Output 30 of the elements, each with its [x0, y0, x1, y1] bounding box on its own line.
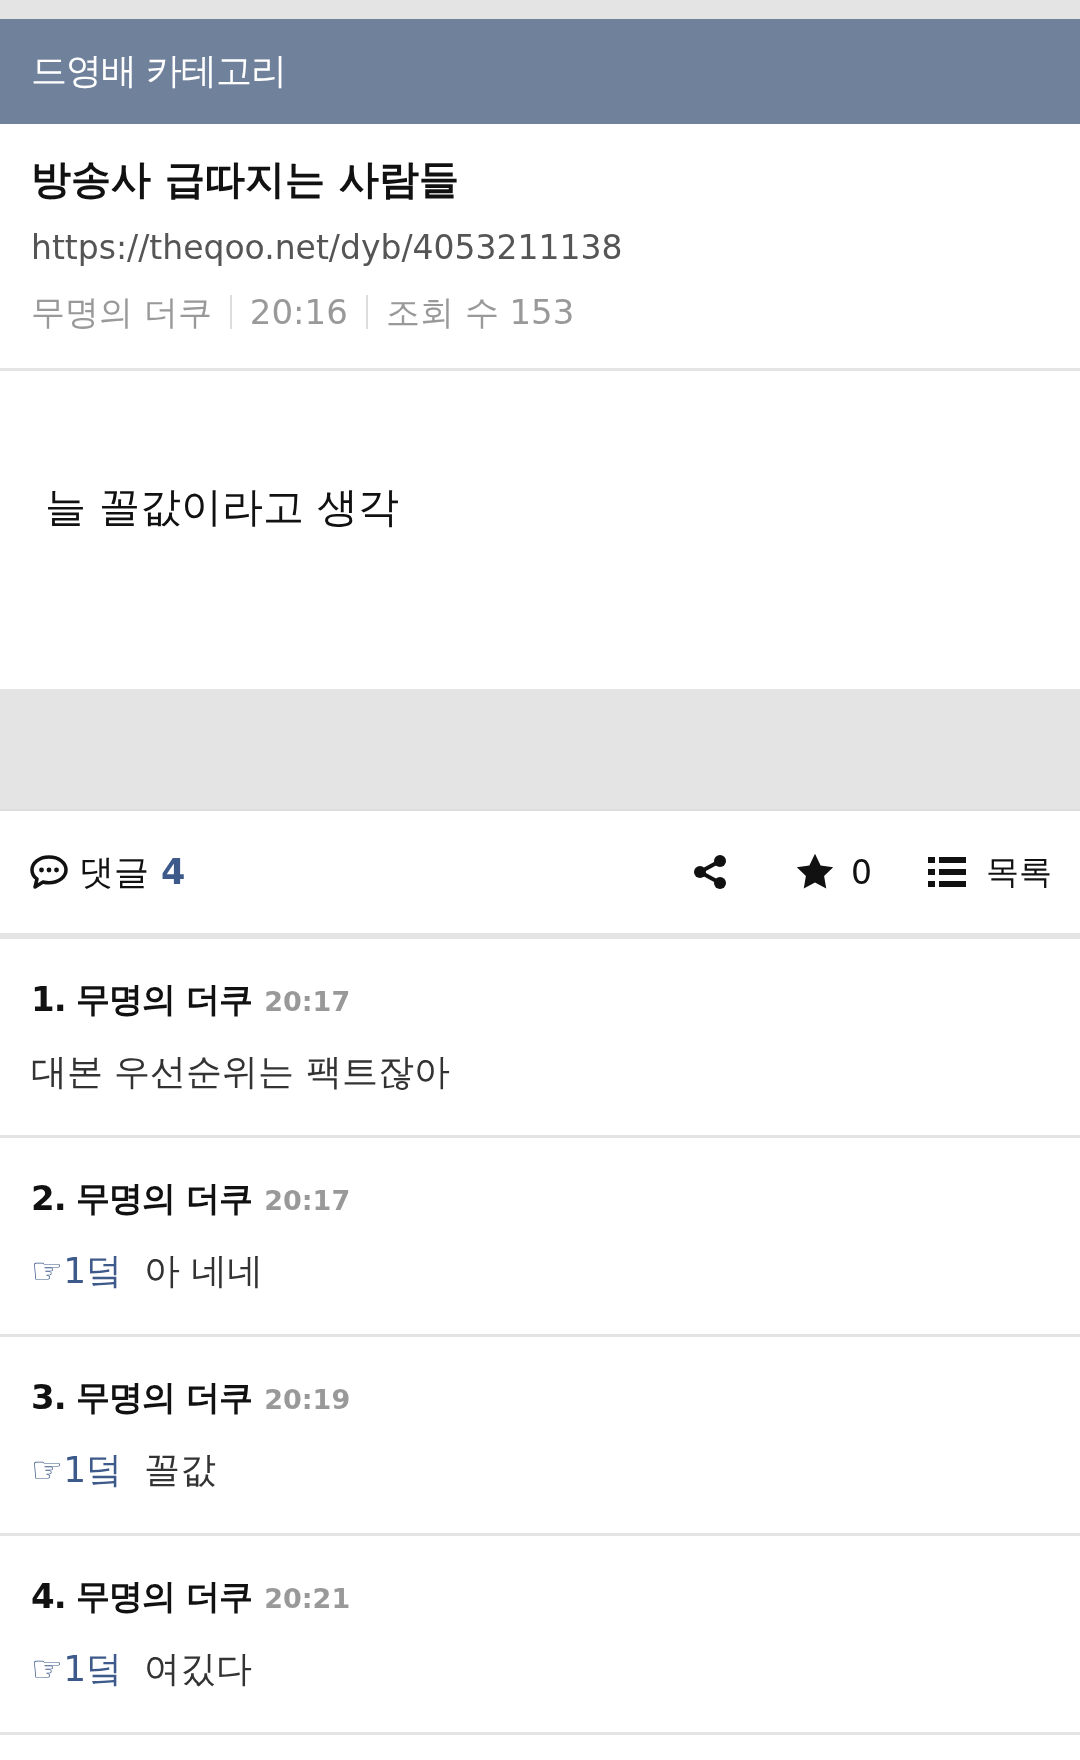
comment-time: 20:19	[264, 1384, 351, 1415]
list-icon[interactable]	[928, 857, 966, 887]
comment-time: 20:17	[264, 986, 351, 1017]
comment-text: 대본 우선순위는 팩트잖아	[31, 1051, 450, 1092]
comment-text: 꼴값	[143, 1449, 216, 1490]
comments-label: 댓글	[79, 850, 149, 894]
post-body: 늘 꼴값이라고 생각	[45, 482, 401, 533]
post-author: 무명의 더쿠	[31, 291, 212, 334]
comment-author: 2. 무명의 더쿠	[31, 1177, 253, 1220]
share-icon[interactable]	[693, 854, 727, 890]
comment-count: 4	[161, 852, 186, 892]
comment-time: 20:17	[264, 1185, 351, 1216]
speech-bubble-icon	[29, 854, 69, 890]
comment-text: 아 네네	[143, 1250, 264, 1291]
post-title: 방송사 급따지는 사람들	[31, 155, 460, 204]
comment-author: 1. 무명의 더쿠	[31, 978, 253, 1021]
list-label[interactable]: 목록	[986, 849, 1052, 895]
comment-text: 여깄다	[143, 1648, 252, 1689]
comment-author: 4. 무명의 더쿠	[31, 1575, 253, 1618]
category-title[interactable]: 드영배 카테고리	[31, 47, 287, 96]
post-time: 20:16	[249, 291, 348, 334]
star-count: 0	[851, 852, 872, 892]
view-count: 조회 수 153	[385, 291, 575, 334]
reply-link[interactable]: ☞1덬	[31, 1449, 123, 1490]
comment-author: 3. 무명의 더쿠	[31, 1376, 253, 1419]
comment-time: 20:21	[264, 1583, 351, 1614]
reply-link[interactable]: ☞1덬	[31, 1250, 123, 1291]
star-icon[interactable]	[795, 853, 835, 891]
reply-link[interactable]: ☞1덬	[31, 1648, 123, 1689]
post-url[interactable]: https://theqoo.net/dyb/4053211138	[31, 226, 1049, 270]
